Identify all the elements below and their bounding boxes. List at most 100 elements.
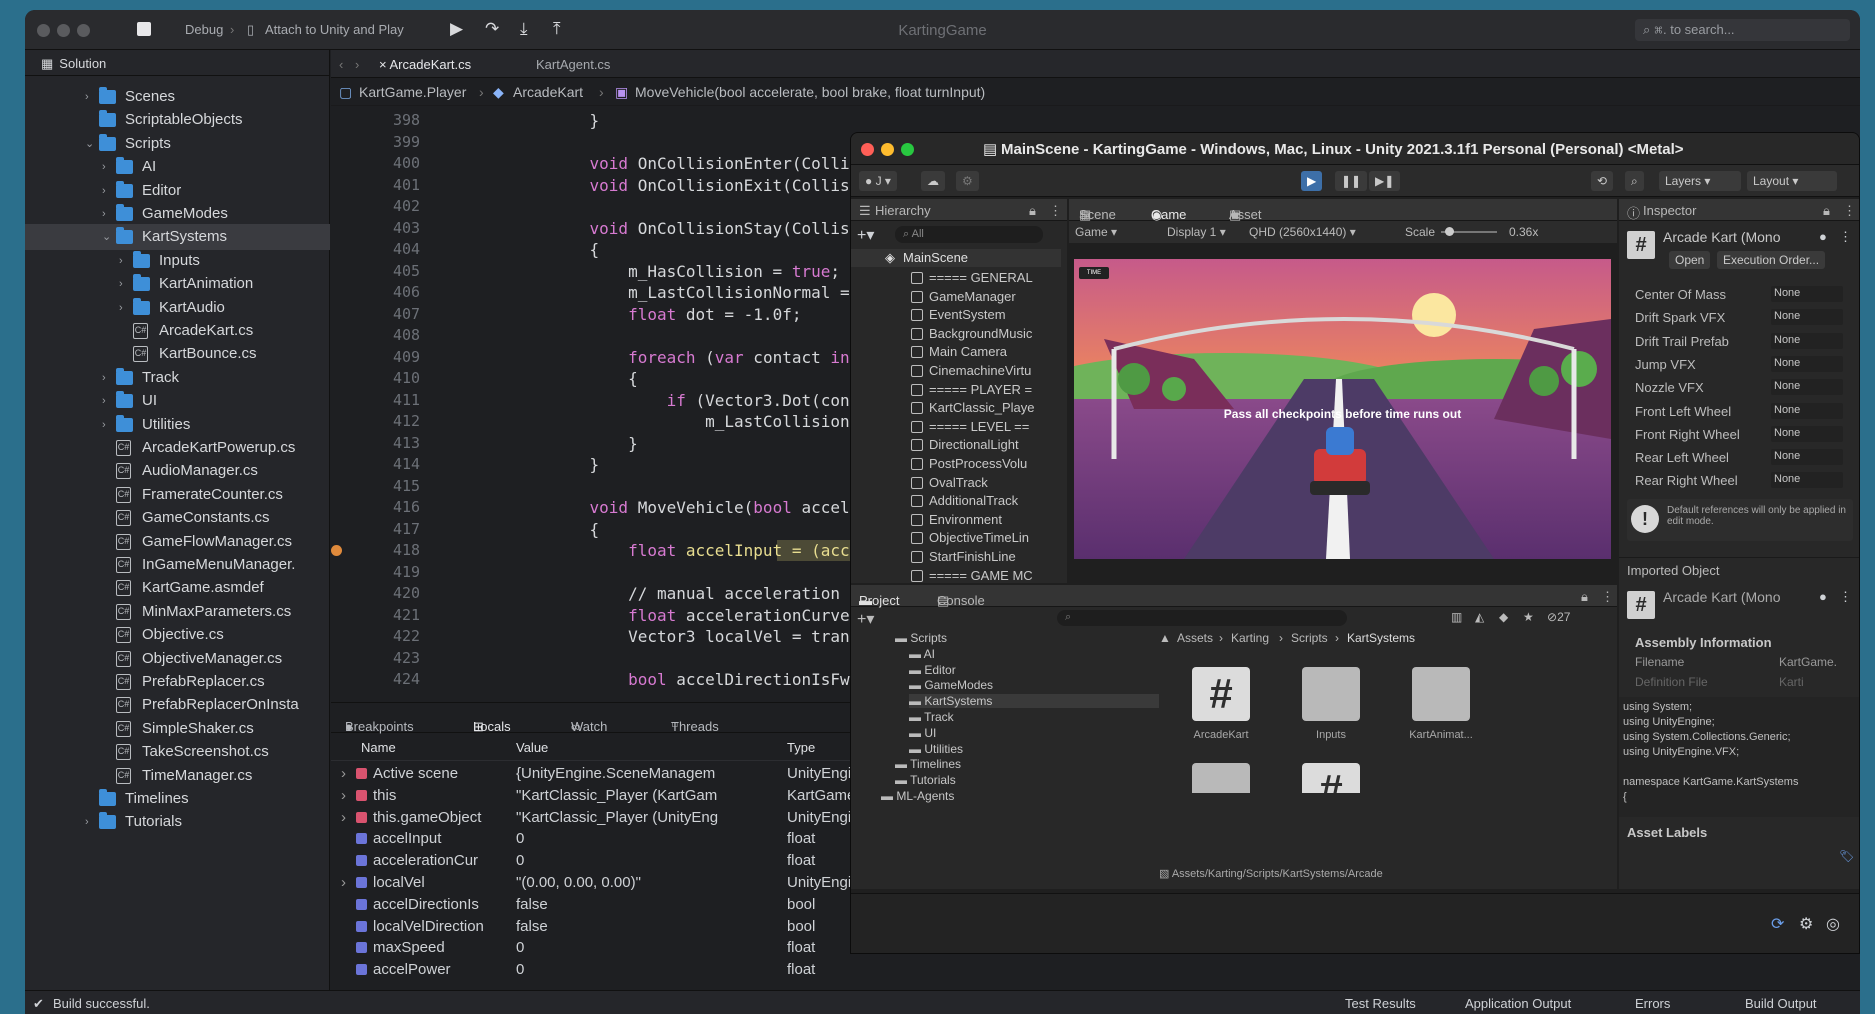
- hierarchy-item[interactable]: AdditionalTrack: [851, 492, 1051, 511]
- object-field[interactable]: None: [1771, 425, 1843, 442]
- label-icon[interactable]: 🏷︎: [1839, 849, 1854, 863]
- object-field[interactable]: None: [1771, 286, 1843, 302]
- tree-item[interactable]: C# PrefabReplacerOnInsta: [25, 692, 330, 718]
- more-icon[interactable]: ⋮: [1601, 589, 1614, 605]
- hierarchy-item[interactable]: GameManager: [851, 288, 1051, 307]
- hierarchy-item[interactable]: DirectionalLight: [851, 436, 1051, 455]
- project-folder[interactable]: ▬ Timelines: [895, 757, 961, 771]
- step-button[interactable]: ▶❚: [1369, 171, 1401, 191]
- history-icon[interactable]: ⟲: [1591, 171, 1614, 191]
- asset-inputs[interactable]: Inputs: [1291, 667, 1371, 741]
- search-icon[interactable]: ⌕: [1625, 171, 1644, 191]
- hierarchy-item[interactable]: EventSystem: [851, 306, 1051, 325]
- object-field[interactable]: None: [1771, 332, 1843, 349]
- breadcrumb-method[interactable]: MoveVehicle(bool accelerate, bool brake,…: [635, 84, 985, 100]
- project-folder[interactable]: ▬ Scripts: [895, 631, 947, 645]
- tree-item[interactable]: C# ArcadeKart.cs: [25, 318, 330, 344]
- tab-close-icon[interactable]: ×: [379, 57, 390, 72]
- object-field[interactable]: None: [1771, 309, 1843, 326]
- hierarchy-item[interactable]: Main Camera: [851, 343, 1051, 362]
- pause-button[interactable]: ❚❚: [1335, 171, 1368, 191]
- game-viewport[interactable]: TIME Pass all checkpoints before time ru…: [1074, 259, 1611, 559]
- chevron-right-icon[interactable]: ›: [119, 271, 131, 297]
- minimize-window-button[interactable]: [881, 143, 894, 156]
- hierarchy-item[interactable]: PostProcessVolu: [851, 455, 1051, 474]
- chevron-right-icon[interactable]: ›: [341, 763, 346, 784]
- display-dropdown[interactable]: Display 1 ▾: [1167, 225, 1226, 239]
- project-folder[interactable]: ▬ Editor: [909, 663, 956, 677]
- status-application-output[interactable]: Application Output: [1465, 996, 1571, 1011]
- tree-item[interactable]: C# FramerateCounter.cs: [25, 482, 330, 508]
- project-folder[interactable]: ▬ Track: [909, 710, 954, 724]
- open-button[interactable]: Open: [1669, 251, 1711, 269]
- tab-arcadekart[interactable]: × ArcadeKart.cs: [379, 57, 471, 72]
- tree-item[interactable]: › KartAnimation: [25, 271, 330, 297]
- scale-slider-thumb[interactable]: [1445, 227, 1454, 236]
- hidden-count[interactable]: ⊘27: [1547, 610, 1570, 624]
- chevron-right-icon[interactable]: ›: [102, 154, 114, 180]
- object-field[interactable]: None: [1771, 472, 1843, 489]
- tree-item[interactable]: C# SimpleShaker.cs: [25, 716, 330, 742]
- tree-item[interactable]: › Scenes: [25, 84, 330, 110]
- more-icon[interactable]: ⋮: [1839, 229, 1852, 245]
- resolution-dropdown[interactable]: QHD (2560x1440) ▾: [1249, 225, 1356, 239]
- game-mode-dropdown[interactable]: Game ▾: [1075, 225, 1117, 239]
- hierarchy-item[interactable]: OvalTrack: [851, 474, 1051, 493]
- asset-folder[interactable]: [1181, 763, 1261, 793]
- tree-item[interactable]: C# TimeManager.cs: [25, 763, 330, 789]
- breadcrumb-scripts[interactable]: Scripts: [1291, 631, 1328, 645]
- layout-dropdown[interactable]: Layout ▾: [1747, 171, 1837, 191]
- asset-kartanimation[interactable]: KartAnimat...: [1401, 667, 1481, 741]
- label-filter-icon[interactable]: ◆: [1499, 610, 1508, 624]
- hierarchy-search[interactable]: ⌕ All: [895, 226, 1043, 243]
- code-line[interactable]: 398 }: [331, 110, 1860, 131]
- settings-icon[interactable]: ⚙: [956, 171, 979, 191]
- tree-item[interactable]: › KartAudio: [25, 295, 330, 321]
- tree-item[interactable]: ⌄ Scripts: [25, 131, 330, 157]
- maximize-window-button[interactable]: [901, 143, 914, 156]
- locals-row[interactable]: maxSpeed 0 float: [331, 937, 871, 958]
- hierarchy-item[interactable]: ===== GAME MC: [851, 567, 1051, 583]
- object-field[interactable]: None: [1771, 355, 1843, 372]
- asset-arcadekart[interactable]: # ArcadeKart: [1181, 667, 1261, 741]
- asset-script[interactable]: #: [1291, 763, 1371, 793]
- status-build-output[interactable]: Build Output: [1745, 996, 1817, 1011]
- tree-item[interactable]: › Utilities: [25, 412, 330, 438]
- account-button[interactable]: ● J ▾: [859, 171, 897, 191]
- hierarchy-item[interactable]: ObjectiveTimeLin: [851, 529, 1051, 548]
- hierarchy-item[interactable]: Environment: [851, 511, 1051, 530]
- locals-row[interactable]: accelerationCur 0 float: [331, 850, 871, 871]
- breadcrumb-assets[interactable]: Assets: [1177, 631, 1213, 645]
- add-icon[interactable]: +▾: [857, 609, 874, 629]
- tree-item[interactable]: › GameModes: [25, 201, 330, 227]
- project-folder[interactable]: ▬ AI: [909, 647, 935, 661]
- status-test-results[interactable]: Test Results: [1345, 996, 1416, 1011]
- locals-row[interactable]: › this "KartClassic_Player (KartGam KartGam…: [331, 785, 871, 806]
- scene-root[interactable]: ◈ MainScene: [851, 249, 1061, 267]
- project-folder[interactable]: ▬ GameModes: [909, 678, 993, 692]
- locals-row[interactable]: › localVel "(0.00, 0.00, 0.00)" UnityEngine: [331, 872, 871, 893]
- execution-order-button[interactable]: Execution Order...: [1717, 251, 1826, 269]
- more-icon[interactable]: ⋮: [1839, 589, 1852, 605]
- hierarchy-item[interactable]: BackgroundMusic: [851, 325, 1051, 344]
- locals-row[interactable]: accelDirectionIs false bool: [331, 894, 871, 915]
- play-button[interactable]: ▶: [1301, 171, 1323, 191]
- column-value[interactable]: Value: [516, 740, 548, 755]
- chevron-right-icon[interactable]: ›: [341, 785, 346, 806]
- debug-icon[interactable]: ⚙: [1799, 914, 1813, 934]
- chevron-right-icon[interactable]: ›: [85, 809, 97, 835]
- project-folder[interactable]: ▬ Utilities: [909, 742, 963, 756]
- chevron-down-icon[interactable]: ⌄: [102, 224, 114, 250]
- cloud-icon[interactable]: ☁: [921, 171, 945, 191]
- tree-item[interactable]: C# PrefabReplacer.cs: [25, 669, 330, 695]
- more-icon[interactable]: ⋮: [1049, 203, 1062, 219]
- tree-item[interactable]: C# MinMaxParameters.cs: [25, 599, 330, 625]
- tree-item[interactable]: C# KartBounce.cs: [25, 341, 330, 367]
- breadcrumb-kartsystems[interactable]: KartSystems: [1347, 631, 1415, 645]
- chevron-right-icon[interactable]: ›: [102, 365, 114, 391]
- search-input[interactable]: ⌕ ⌘. to search...: [1635, 19, 1850, 41]
- status-errors[interactable]: Errors: [1635, 996, 1670, 1011]
- tree-item[interactable]: › Inputs: [25, 248, 330, 274]
- tree-item[interactable]: › UI: [25, 388, 330, 414]
- object-field[interactable]: None: [1771, 379, 1843, 396]
